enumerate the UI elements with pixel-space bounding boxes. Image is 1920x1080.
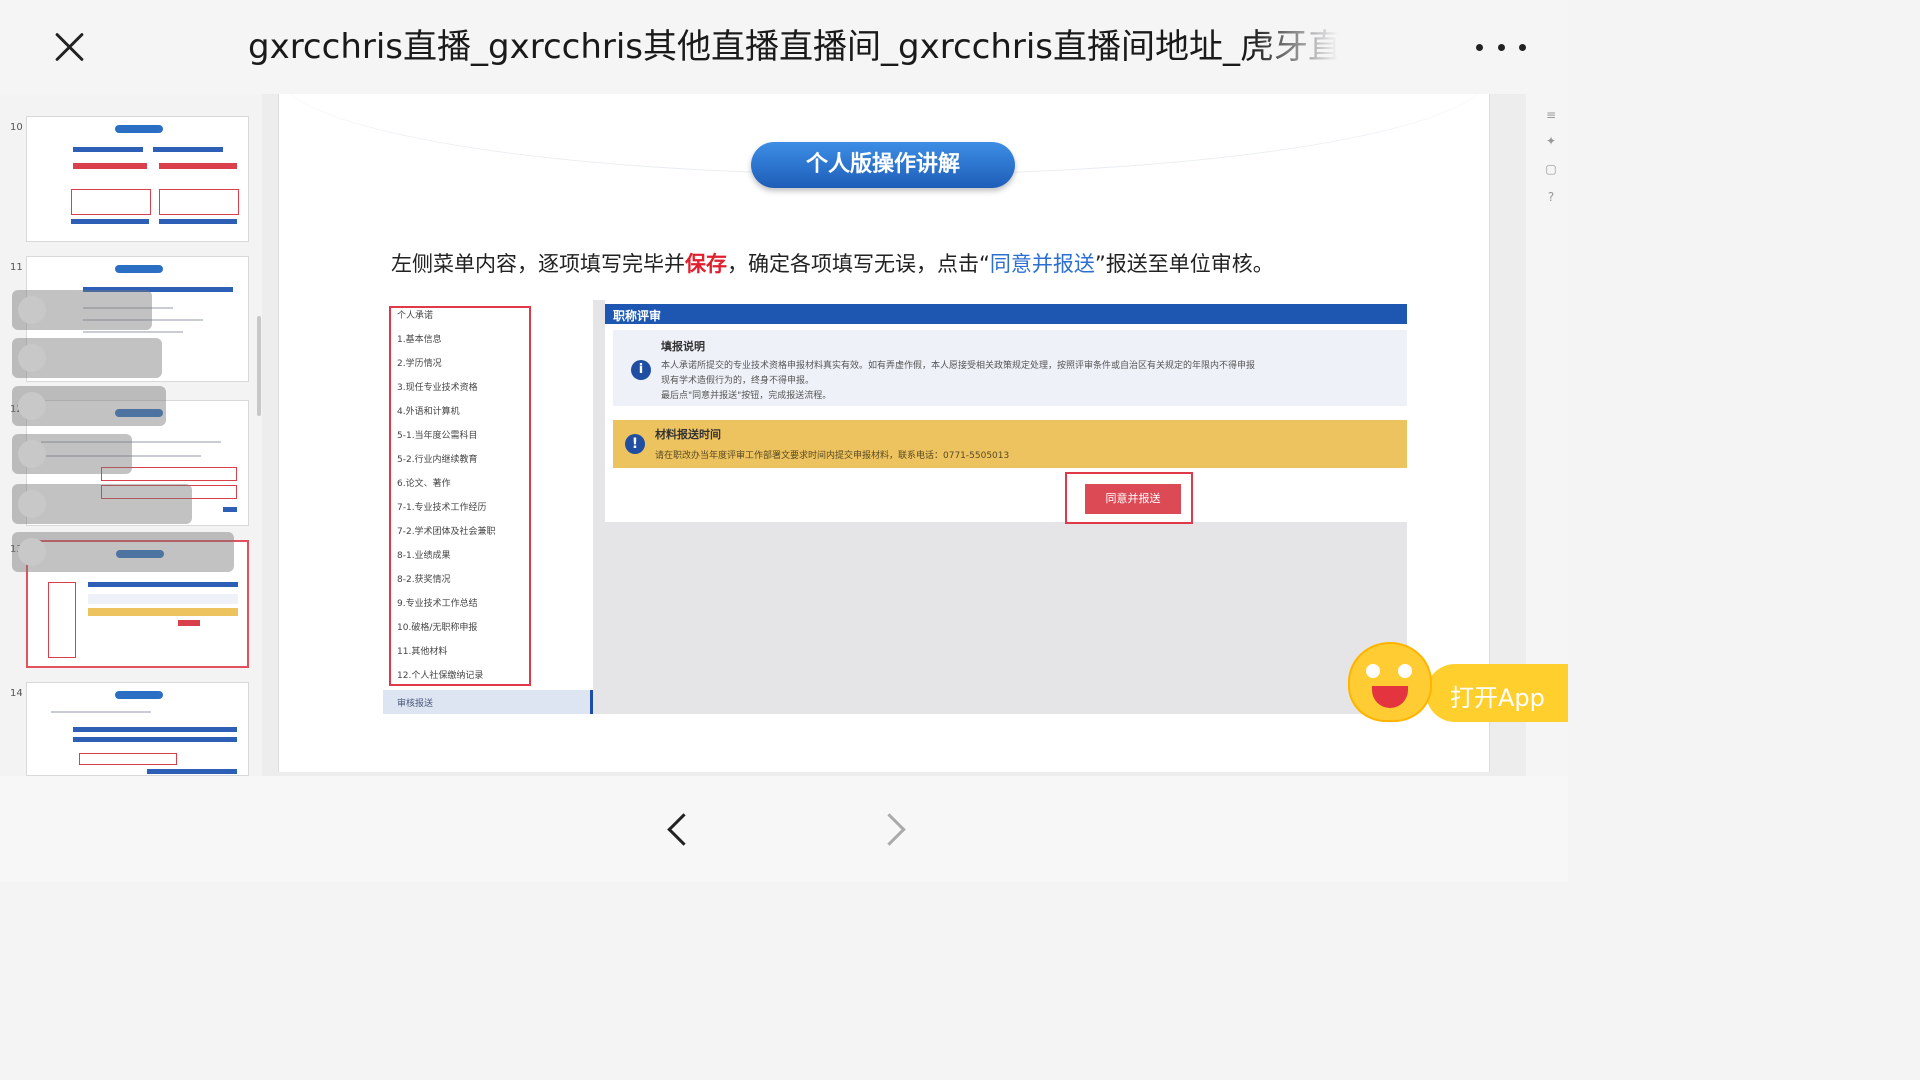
thumbnail-number: 10: [10, 122, 23, 133]
info-icon: i: [631, 360, 651, 380]
embedded-screenshot: 个人承诺 1.基本信息 2.学历情况 3.现任专业技术资格 4.外语和计算机 5…: [383, 300, 1407, 714]
avatar: [18, 344, 46, 372]
chat-message: [12, 532, 234, 572]
menu-item: 1.基本信息: [397, 335, 442, 345]
open-app-promo[interactable]: 打开App: [1340, 634, 1568, 734]
submit-highlight-frame: 同意并报送: [1065, 472, 1193, 524]
chat-message: [12, 386, 166, 426]
top-bar: gxrcchris直播_gxrcchris其他直播直播间_gxrcchris直播…: [0, 0, 1568, 94]
menu-item: 11.其他材料: [397, 647, 448, 657]
copy-icon[interactable]: ▢: [1544, 162, 1558, 176]
avatar: [18, 392, 46, 420]
warning-title: 材料报送时间: [655, 428, 721, 441]
menu-item: 9.专业技术工作总结: [397, 599, 478, 609]
notice-line: 最后点"同意并报送"按钮，完成报送流程。: [661, 391, 832, 401]
menu-item: 10.破格/无职称申报: [397, 623, 478, 633]
chat-message: [12, 484, 192, 524]
thumbnail-number: 14: [10, 688, 23, 699]
open-app-label: 打开App: [1450, 684, 1545, 712]
back-arrow-icon[interactable]: [664, 810, 700, 850]
slide-heading: 个人版操作讲解: [751, 142, 1015, 188]
avatar: [18, 538, 46, 566]
menu-item: 12.个人社保缴纳记录: [397, 671, 484, 681]
form-header-title: 职称评审: [613, 309, 662, 323]
sliders-icon[interactable]: ≡: [1544, 108, 1558, 122]
menu-item-label: 审核报送: [397, 699, 434, 709]
bottom-nav-bar: [0, 776, 1568, 882]
side-menu: 个人承诺 1.基本信息 2.学历情况 3.现任专业技术资格 4.外语和计算机 5…: [383, 300, 593, 714]
warning-box: ! 材料报送时间 请在职改办当年度评审工作部署文要求时间内提交申报材料，联系电话…: [613, 420, 1407, 468]
help-icon[interactable]: ?: [1544, 190, 1558, 204]
chat-message: [12, 338, 162, 378]
agree-and-submit-button: 同意并报送: [1085, 484, 1181, 514]
menu-item: 3.现任专业技术资格: [397, 383, 478, 393]
notice-box: i 填报说明 本人承诺所提交的专业技术资格申报材料真实有效。如有弄虚作假，本人愿…: [613, 330, 1407, 406]
form-header: 职称评审: [605, 304, 1407, 324]
chat-message: [12, 434, 132, 474]
open-app-button[interactable]: 打开App: [1426, 664, 1568, 722]
chat-message: [12, 290, 152, 330]
forward-arrow-icon[interactable]: [873, 810, 906, 850]
menu-item: 个人承诺: [397, 311, 434, 321]
avatar: [18, 440, 46, 468]
slide-instruction: 左侧菜单内容，逐项填写完毕并保存，确定各项填写无误，点击“同意并报送”报送至单位…: [391, 248, 1391, 278]
menu-item: 7-2.学术团体及社会兼职: [397, 527, 496, 537]
menu-item: 5-1.当年度公需科目: [397, 431, 478, 441]
mascot-icon: [1348, 642, 1432, 722]
close-icon[interactable]: [44, 22, 94, 72]
instruction-text: ，确定各项填写无误，点击“: [727, 252, 990, 276]
instruction-save-highlight: 保存: [685, 252, 727, 276]
page-title: gxrcchris直播_gxrcchris其他直播直播间_gxrcchris直播…: [248, 27, 1338, 67]
instruction-submit-highlight: 同意并报送: [989, 252, 1095, 276]
notice-line: 现有学术造假行为的，终身不得申报。: [661, 376, 815, 386]
menu-item: 7-1.专业技术工作经历: [397, 503, 487, 513]
form-panel: 职称评审 i 填报说明 本人承诺所提交的专业技术资格申报材料真实有效。如有弄虚作…: [605, 300, 1407, 524]
slide-thumbnail[interactable]: [26, 116, 249, 242]
avatar: [18, 296, 46, 324]
thumbnail-number: 11: [10, 262, 23, 273]
notice-line: 本人承诺所提交的专业技术资格申报材料真实有效。如有弄虚作假，本人愿接受相关政策规…: [661, 361, 1256, 371]
warning-text: 请在职改办当年度评审工作部署文要求时间内提交申报材料，联系电话：0771-550…: [655, 451, 1010, 461]
menu-item: 8-2.获奖情况: [397, 575, 451, 585]
presentation-slide: 个人版操作讲解 左侧菜单内容，逐项填写完毕并保存，确定各项填写无误，点击“同意并…: [278, 94, 1490, 772]
menu-item: 6.论文、著作: [397, 479, 451, 489]
instruction-text: ”报送至单位审核。: [1094, 252, 1274, 276]
pin-icon[interactable]: ✦: [1544, 134, 1558, 148]
menu-item-submit-review: 审核报送: [383, 690, 593, 714]
notice-title: 填报说明: [661, 340, 705, 353]
menu-item: 4.外语和计算机: [397, 407, 460, 417]
menu-item: 5-2.行业内继续教育: [397, 455, 478, 465]
slide-thumbnail[interactable]: [26, 682, 249, 776]
menu-item: 8-1.业绩成果: [397, 551, 451, 561]
slide-thumbnail-rail: 10 11 12 13 14: [0, 94, 262, 776]
more-options-icon[interactable]: [1476, 36, 1526, 58]
video-player[interactable]: 10 11 12 13 14 个人版操作讲解 左侧菜单内容，逐项填写完毕并保存，…: [0, 94, 1568, 776]
menu-item: 2.学历情况: [397, 359, 442, 369]
thumbnail-scrollbar[interactable]: [257, 316, 261, 416]
instruction-text: 左侧菜单内容，逐项填写完毕并: [391, 252, 685, 276]
warning-icon: !: [625, 434, 645, 454]
avatar: [18, 490, 46, 518]
